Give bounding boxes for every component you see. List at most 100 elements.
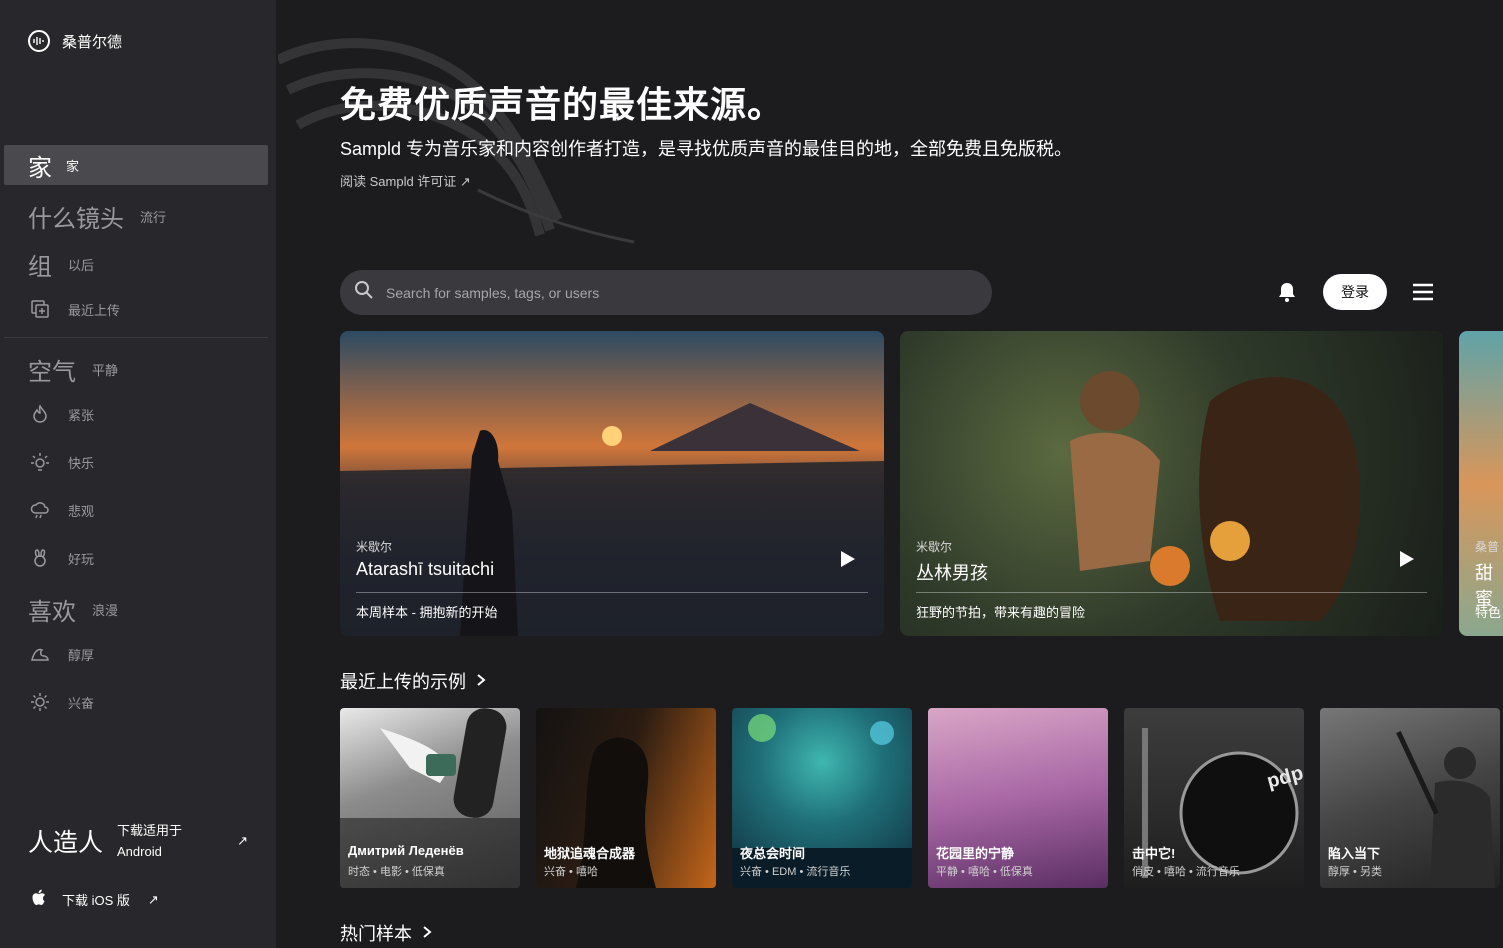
sidebar-item-label: 兴奋	[68, 695, 95, 711]
card-title: 花园里的宁静	[936, 846, 1015, 861]
sidebar: 桑普尔德 家 家 什么镜头 流行 组 以后 最近上传 空气 平静 紧张 快乐 悲…	[0, 0, 276, 948]
sidebar-item-playful[interactable]: 好玩	[4, 538, 268, 578]
login-button[interactable]: 登录	[1323, 274, 1387, 310]
wave-icon	[28, 642, 52, 666]
android-text: 下载适用于 Android	[117, 820, 182, 862]
featured-card[interactable]: 桑普 甜蜜 特色	[1459, 331, 1503, 636]
sidebar-item-big-label: 喜欢	[28, 598, 76, 626]
featured-artist: 米歇尔	[356, 540, 393, 554]
fire-icon	[28, 402, 52, 426]
card-tags: 俏皮 • 嘻哈 • 流行音乐	[1132, 866, 1240, 878]
card-tags: 兴奋 • 嘻哈	[544, 866, 598, 878]
popular-samples-heading[interactable]: 热门样本	[340, 920, 432, 946]
android-big-label: 人造人	[28, 829, 104, 857]
sidebar-item-big-label: 空气	[28, 358, 76, 386]
sidebar-item-happy[interactable]: 快乐	[4, 442, 268, 482]
apple-icon	[30, 888, 48, 911]
card-tags: 时态 • 电影 • 低保真	[348, 866, 445, 878]
featured-divider	[356, 592, 868, 593]
sidebar-item-label: 以后	[68, 257, 95, 273]
card-title: 击中它!	[1132, 846, 1176, 861]
card-tags: 平静 • 嘻哈 • 低保真	[936, 866, 1033, 878]
rain-cloud-icon	[28, 498, 52, 522]
sample-card[interactable]: 夜总会时间 兴奋 • EDM • 流行音乐	[732, 708, 912, 888]
hero-title: 免费优质声音的最佳来源。	[340, 84, 785, 125]
sidebar-item-label: 家	[66, 158, 80, 174]
sidebar-item-label: 浪漫	[92, 602, 119, 618]
sidebar-item-home[interactable]: 家 家	[4, 145, 268, 185]
android-line1: 下载适用于	[117, 823, 183, 838]
featured-title: Atarashī tsuitachi	[356, 559, 495, 579]
sidebar-item-big-label: 家	[28, 154, 52, 182]
hero-subtitle: Sampld 专为音乐家和内容创作者打造，是寻找优质声音的最佳目的地，全部免费且…	[340, 139, 1073, 159]
search-input[interactable]	[384, 283, 948, 302]
sample-card[interactable]: 地狱追魂合成器 兴奋 • 嘻哈	[536, 708, 716, 888]
external-link-icon: ↗	[237, 833, 248, 848]
sidebar-item-label: 紧张	[68, 407, 95, 423]
recent-uploads-heading[interactable]: 最近上传的示例	[340, 668, 486, 694]
chevron-right-icon	[422, 923, 432, 944]
sidebar-item-recent-uploads[interactable]: 最近上传	[4, 289, 268, 329]
sidebar-item-big-label: 组	[28, 253, 52, 281]
sidebar-item-label: 最近上传	[68, 302, 121, 318]
external-link-icon: ↗	[147, 891, 159, 907]
sidebar-item-calm[interactable]: 空气 平静	[4, 349, 268, 389]
brand-name: 桑普尔德	[62, 33, 123, 51]
card-title: 地狱追魂合成器	[544, 846, 636, 861]
download-android-link[interactable]: 人造人 下载适用于 Android ↗	[28, 820, 248, 862]
card-tags: 兴奋 • EDM • 流行音乐	[740, 866, 851, 878]
sample-card[interactable]: pdp 击中它! 俏皮 • 嘻哈 • 流行音乐	[1124, 708, 1304, 888]
card-title: Дмитрий Леденёв	[348, 843, 464, 858]
sample-card[interactable]: Дмитрий Леденёв 时态 • 电影 • 低保真	[340, 708, 520, 888]
sample-card[interactable]: 花园里的宁静 平静 • 嘻哈 • 低保真	[928, 708, 1108, 888]
featured-description: 特色	[1475, 605, 1502, 620]
card-tags: 醇厚 • 另类	[1328, 866, 1382, 878]
chevron-right-icon	[476, 671, 486, 692]
featured-card[interactable]: 米歇尔 丛林男孩 狂野的节拍，带来有趣的冒险	[900, 331, 1443, 636]
hamburger-menu-icon[interactable]	[1411, 282, 1435, 307]
smile-icon	[28, 450, 52, 474]
sample-card[interactable]: 陷入当下 醇厚 • 另类	[1320, 708, 1500, 888]
card-title: 夜总会时间	[740, 846, 806, 861]
license-link[interactable]: 阅读 Sampld 许可证 ↗	[340, 171, 471, 190]
sidebar-item-mellow[interactable]: 醇厚	[4, 634, 268, 674]
card-title: 陷入当下	[1328, 846, 1381, 861]
sidebar-item-romantic[interactable]: 喜欢 浪漫	[4, 589, 268, 629]
sidebar-item-tense[interactable]: 紧张	[4, 394, 268, 434]
ios-label: 下载 iOS 版	[62, 893, 130, 908]
search-icon	[354, 280, 374, 305]
snowboard-image	[340, 708, 520, 888]
sidebar-item-later[interactable]: 组 以后	[4, 244, 268, 284]
featured-title: 丛林男孩	[916, 563, 988, 583]
play-icon[interactable]	[1399, 550, 1415, 573]
sidebar-item-label: 平静	[92, 362, 119, 378]
waveform-logo-icon	[28, 30, 50, 52]
sun-icon	[28, 690, 52, 714]
featured-description: 本周样本 - 拥抱新的开始	[356, 605, 498, 620]
sidebar-item-label: 醇厚	[68, 647, 95, 663]
featured-artist: 米歇尔	[916, 540, 953, 554]
download-ios-link[interactable]: 下载 iOS 版 ↗	[30, 888, 159, 911]
sidebar-item-pessimistic[interactable]: 悲观	[4, 490, 268, 530]
section-title: 热门样本	[340, 924, 412, 944]
sidebar-item-big-label: 什么镜头	[28, 205, 124, 233]
sidebar-divider	[4, 337, 268, 338]
featured-description: 狂野的节拍，带来有趣的冒险	[916, 605, 1086, 620]
sidebar-item-excited[interactable]: 兴奋	[4, 682, 268, 722]
search-bar[interactable]	[340, 270, 992, 315]
bunny-icon	[28, 546, 52, 570]
notification-bell-icon[interactable]	[1276, 281, 1298, 308]
recent-upload-icon	[28, 297, 52, 321]
brand-logo[interactable]: 桑普尔德	[28, 30, 122, 52]
featured-artist: 桑普	[1475, 540, 1500, 554]
sidebar-item-trending[interactable]: 什么镜头 流行	[4, 196, 268, 236]
sidebar-item-label: 流行	[140, 209, 167, 225]
section-title: 最近上传的示例	[340, 672, 466, 692]
play-icon[interactable]	[840, 550, 856, 573]
android-line2: Android	[117, 844, 162, 859]
featured-card[interactable]: 米歇尔 Atarashī tsuitachi 本周样本 - 拥抱新的开始	[340, 331, 884, 636]
sidebar-item-label: 悲观	[68, 503, 95, 519]
jungle-boy-image	[1070, 371, 1360, 621]
sunset-mountain-image	[340, 403, 884, 636]
sidebar-item-label: 好玩	[68, 551, 95, 567]
